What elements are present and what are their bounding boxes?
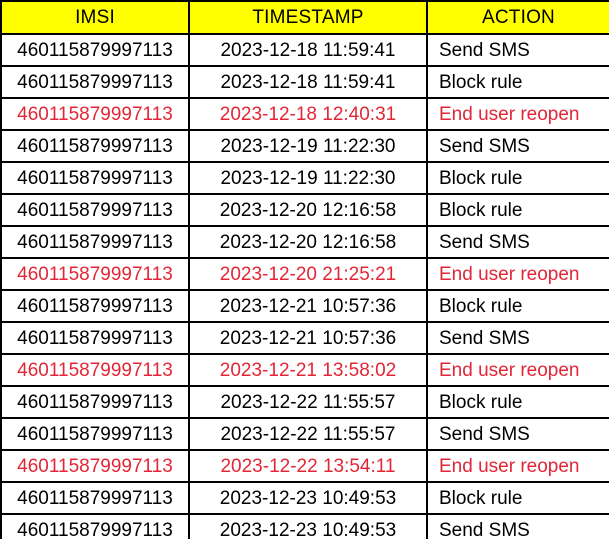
table-row[interactable]: 460115879997113 2023-12-23 10:49:53 Send S…: [0, 513, 609, 539]
cell-timestamp: 2023-12-22 11:55:57: [188, 385, 428, 419]
table-row[interactable]: 460115879997113 2023-12-22 13:54:11 End us…: [0, 449, 609, 483]
cell-action: Send SMS: [426, 129, 609, 163]
cell-timestamp: 2023-12-20 12:16:58: [188, 225, 428, 259]
cell-imsi: 460115879997113: [0, 417, 190, 451]
cell-action: Block rule: [426, 161, 609, 195]
cell-timestamp: 2023-12-20 21:25:21: [188, 257, 428, 291]
cell-timestamp: 2023-12-18 11:59:41: [188, 33, 428, 67]
cell-action: End user reopen: [426, 353, 609, 387]
table-row[interactable]: 460115879997113 2023-12-22 11:55:57 Block …: [0, 385, 609, 419]
table-row[interactable]: 460115879997113 2023-12-21 13:58:02 End us…: [0, 353, 609, 387]
table-row[interactable]: 460115879997113 2023-12-21 10:57:36 Block …: [0, 289, 609, 323]
cell-imsi: 460115879997113: [0, 193, 190, 227]
cell-timestamp: 2023-12-19 11:22:30: [188, 161, 428, 195]
cell-imsi: 460115879997113: [0, 353, 190, 387]
cell-timestamp: 2023-12-18 11:59:41: [188, 65, 428, 99]
cell-imsi: 460115879997113: [0, 33, 190, 67]
column-header-action[interactable]: ACTION: [426, 0, 609, 35]
cell-imsi: 460115879997113: [0, 321, 190, 355]
table-row[interactable]: 460115879997113 2023-12-21 10:57:36 Send S…: [0, 321, 609, 355]
cell-imsi: 460115879997113: [0, 129, 190, 163]
table-header-row: IMSI TIMESTAMP ACTION: [0, 0, 609, 35]
table-row[interactable]: 460115879997113 2023-12-18 12:40:31 End us…: [0, 97, 609, 131]
cell-timestamp: 2023-12-22 13:54:11: [188, 449, 428, 483]
cell-timestamp: 2023-12-18 12:40:31: [188, 97, 428, 131]
cell-action: Send SMS: [426, 513, 609, 539]
column-header-imsi[interactable]: IMSI: [0, 0, 190, 35]
cell-timestamp: 2023-12-23 10:49:53: [188, 481, 428, 515]
cell-imsi: 460115879997113: [0, 161, 190, 195]
cell-timestamp: 2023-12-19 11:22:30: [188, 129, 428, 163]
cell-action: Block rule: [426, 65, 609, 99]
table-row[interactable]: 460115879997113 2023-12-19 11:22:30 Block …: [0, 161, 609, 195]
cell-imsi: 460115879997113: [0, 289, 190, 323]
cell-imsi: 460115879997113: [0, 481, 190, 515]
cell-imsi: 460115879997113: [0, 97, 190, 131]
cell-timestamp: 2023-12-21 10:57:36: [188, 289, 428, 323]
cell-action: Send SMS: [426, 33, 609, 67]
table-row[interactable]: 460115879997113 2023-12-20 12:16:58 Block …: [0, 193, 609, 227]
table-row[interactable]: 460115879997113 2023-12-23 10:49:53 Block …: [0, 481, 609, 515]
cell-timestamp: 2023-12-21 13:58:02: [188, 353, 428, 387]
cell-imsi: 460115879997113: [0, 225, 190, 259]
cell-action: Send SMS: [426, 225, 609, 259]
log-table-container: IMSI TIMESTAMP ACTION 460115879997113 202…: [0, 0, 609, 539]
table-row[interactable]: 460115879997113 2023-12-18 11:59:41 Send S…: [0, 33, 609, 67]
cell-action: End user reopen: [426, 257, 609, 291]
cell-action: End user reopen: [426, 449, 609, 483]
cell-imsi: 460115879997113: [0, 449, 190, 483]
cell-action: Send SMS: [426, 417, 609, 451]
table-row[interactable]: 460115879997113 2023-12-19 11:22:30 Send S…: [0, 129, 609, 163]
cell-imsi: 460115879997113: [0, 257, 190, 291]
cell-imsi: 460115879997113: [0, 65, 190, 99]
table-header: IMSI TIMESTAMP ACTION: [0, 0, 609, 35]
cell-action: Block rule: [426, 289, 609, 323]
cell-action: Block rule: [426, 481, 609, 515]
table-row[interactable]: 460115879997113 2023-12-18 11:59:41 Block …: [0, 65, 609, 99]
cell-action: Send SMS: [426, 321, 609, 355]
table-row[interactable]: 460115879997113 2023-12-20 12:16:58 Send S…: [0, 225, 609, 259]
cell-action: Block rule: [426, 193, 609, 227]
cell-timestamp: 2023-12-22 11:55:57: [188, 417, 428, 451]
cell-imsi: 460115879997113: [0, 513, 190, 539]
table-body: 460115879997113 2023-12-18 11:59:41 Send S…: [0, 33, 609, 539]
table-row[interactable]: 460115879997113 2023-12-20 21:25:21 End us…: [0, 257, 609, 291]
cell-timestamp: 2023-12-20 12:16:58: [188, 193, 428, 227]
imsi-action-log-table: IMSI TIMESTAMP ACTION 460115879997113 202…: [0, 0, 609, 539]
cell-action: End user reopen: [426, 97, 609, 131]
cell-timestamp: 2023-12-21 10:57:36: [188, 321, 428, 355]
table-row[interactable]: 460115879997113 2023-12-22 11:55:57 Send S…: [0, 417, 609, 451]
column-header-timestamp[interactable]: TIMESTAMP: [188, 0, 428, 35]
cell-action: Block rule: [426, 385, 609, 419]
cell-imsi: 460115879997113: [0, 385, 190, 419]
cell-timestamp: 2023-12-23 10:49:53: [188, 513, 428, 539]
